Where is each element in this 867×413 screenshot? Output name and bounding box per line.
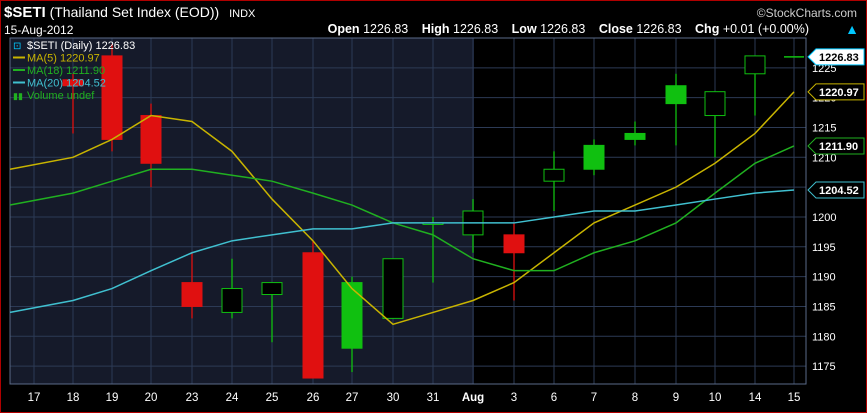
brand-label[interactable]: ©StockCharts.com	[757, 6, 857, 20]
candle-body	[503, 234, 525, 254]
legend-candle-icon: ⊡	[13, 41, 21, 52]
symbol: $SETI	[4, 4, 46, 21]
candle-body	[624, 132, 646, 140]
x-tick-label: Aug	[462, 392, 484, 404]
candle-body	[221, 288, 243, 313]
legend-entry: MA(5) 1220.97	[27, 53, 100, 65]
x-tick-label: 26	[307, 392, 320, 404]
legend-entry: Volume undef	[27, 90, 95, 102]
y-tick-label: 1175	[812, 361, 836, 373]
x-tick-label: 17	[28, 392, 41, 404]
ohlc-readout: Open 1226.83 High 1226.83 Low 1226.83 Cl…	[318, 22, 809, 36]
x-tick-label: 27	[346, 392, 359, 404]
index-name: (Thailand Set Index (EOD))	[49, 4, 220, 20]
chart-frame: 1175118011851190119512001205121012151220…	[0, 0, 867, 413]
x-tick-label: 10	[709, 392, 722, 404]
low-value: 1226.83	[540, 22, 586, 36]
x-tick-label: 9	[673, 392, 679, 404]
candle-body	[665, 85, 687, 105]
legend-volume-icon: ▮▮	[13, 91, 23, 101]
close-value: 1226.83	[636, 22, 682, 36]
x-tick-label: 19	[106, 392, 119, 404]
y-tick-label: 1180	[812, 331, 836, 343]
y-tick-label: 1195	[812, 242, 836, 254]
last-value-label: 1204.52	[819, 185, 859, 197]
open-label: Open	[327, 22, 360, 36]
x-tick-label: 15	[788, 392, 801, 404]
x-tick-label: 25	[266, 392, 279, 404]
x-tick-label: 31	[427, 392, 440, 404]
chart-title: $SETI (Thailand Set Index (EOD)) INDX	[4, 4, 255, 21]
candle-body	[583, 144, 605, 170]
candle-body	[140, 115, 162, 164]
last-value-label: 1220.97	[819, 87, 859, 99]
candle-body	[704, 91, 726, 117]
y-tick-label: 1215	[812, 122, 836, 134]
low-label: Low	[511, 22, 537, 36]
y-tick-label: 1190	[812, 272, 836, 284]
x-tick-label: 23	[186, 392, 199, 404]
y-tick-label: 1185	[812, 301, 836, 313]
y-tick-label: 1200	[812, 212, 836, 224]
candle-body	[744, 55, 766, 75]
candle-body	[302, 252, 324, 379]
chg-label: Chg	[695, 22, 720, 36]
last-value-label: 1211.90	[819, 141, 858, 153]
x-tick-label: 18	[67, 392, 80, 404]
x-tick-label: 20	[145, 392, 158, 404]
legend-entry: $SETI (Daily) 1226.83	[27, 40, 135, 52]
open-value: 1226.83	[363, 22, 409, 36]
x-tick-label: 30	[387, 392, 400, 404]
change-arrow-icon: ▲	[845, 21, 859, 37]
legend-entry: MA(18) 1211.90	[27, 65, 105, 77]
candle-body	[261, 282, 283, 296]
candle-body	[543, 168, 565, 182]
last-value-label: 1226.83	[819, 52, 859, 64]
x-tick-label: 6	[551, 392, 557, 404]
x-tick-label: 24	[226, 392, 239, 404]
high-label: High	[421, 22, 450, 36]
chart-date: 15-Aug-2012	[4, 23, 74, 37]
chg-value: +0.01 (+0.00%)	[722, 22, 809, 36]
x-tick-label: 3	[511, 392, 517, 404]
candle-body	[181, 282, 203, 307]
price-chart: 1175118011851190119512001205121012151220…	[0, 0, 867, 413]
exchange: INDX	[229, 8, 256, 20]
x-tick-label: 7	[591, 392, 597, 404]
legend-entry: MA(20) 1204.52	[27, 78, 106, 90]
candle-body	[382, 258, 404, 319]
candle-body	[341, 282, 363, 349]
x-tick-label: 14	[749, 392, 762, 404]
x-tick-label: 8	[632, 392, 638, 404]
close-label: Close	[598, 22, 633, 36]
high-value: 1226.83	[453, 22, 499, 36]
